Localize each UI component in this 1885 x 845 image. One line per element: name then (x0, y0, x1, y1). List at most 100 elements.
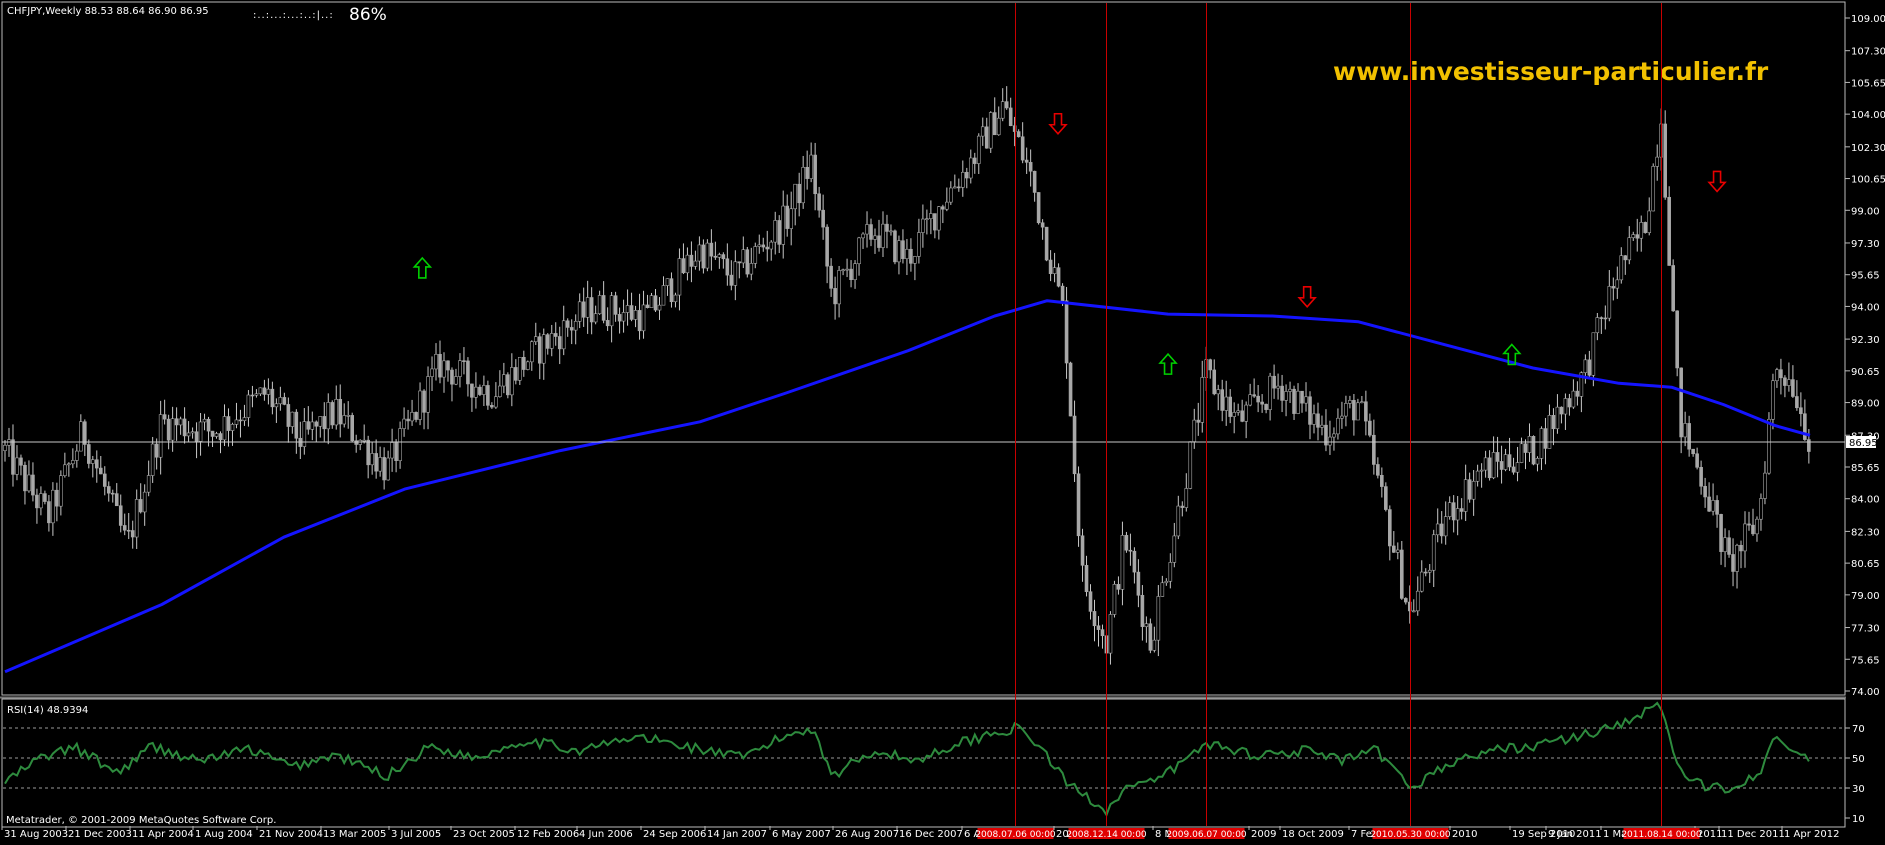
candle (1591, 332, 1596, 376)
y-tick-label: 107.30 (1851, 47, 1885, 58)
site-watermark: www.investisseur-particulier.fr (1333, 57, 1769, 86)
trading-chart[interactable]: 109.00 107.30 105.65 104.00 102.30 100.65 99.0… (0, 0, 1885, 845)
candle (609, 295, 614, 327)
candle (741, 249, 746, 264)
candle (729, 274, 734, 286)
candle (262, 387, 267, 395)
candle (478, 386, 482, 395)
candle (11, 439, 15, 475)
candle (142, 491, 147, 513)
rsi-label: RSI(14) 48.9394 (7, 705, 88, 716)
candle (661, 285, 666, 306)
candle (1184, 488, 1189, 508)
candle (486, 385, 490, 406)
rsi-y-tick-label: 30 (1852, 784, 1865, 795)
candle (561, 320, 566, 350)
candle (597, 295, 602, 315)
candle (941, 206, 945, 210)
candle (937, 206, 941, 231)
candle (462, 360, 466, 362)
candle (1487, 457, 1492, 479)
candle (645, 304, 650, 308)
candle (777, 220, 782, 245)
candle (633, 310, 638, 320)
candle (518, 357, 522, 381)
candle (1703, 485, 1707, 498)
candle (1032, 170, 1037, 193)
candle (1376, 464, 1380, 476)
candle (809, 154, 813, 179)
candle (533, 336, 538, 343)
y-tick-label: 75.65 (1851, 655, 1880, 666)
candle (1587, 359, 1592, 376)
candle (1160, 582, 1165, 597)
candle (773, 220, 778, 243)
candle (426, 376, 430, 413)
candle (1647, 210, 1652, 233)
candle (1431, 534, 1436, 571)
candle (1523, 443, 1528, 453)
candle (1020, 136, 1025, 161)
candle (310, 421, 315, 430)
candle (713, 255, 718, 258)
candle (1547, 415, 1552, 449)
candle (39, 493, 43, 509)
candle (813, 154, 817, 195)
candle (1655, 156, 1660, 167)
y-tick-label: 89.00 (1851, 399, 1880, 410)
candle (1743, 523, 1747, 552)
candle (964, 171, 969, 179)
candle (1679, 367, 1683, 438)
candle (1380, 475, 1384, 487)
candle (785, 205, 790, 229)
candle (1180, 505, 1185, 508)
candle (59, 475, 63, 507)
candle (166, 418, 171, 441)
candle (1619, 255, 1624, 281)
candle (15, 457, 19, 475)
candle (897, 240, 901, 263)
candle (697, 244, 702, 262)
candle (1435, 523, 1440, 536)
marker-date-label: 2009.06.07 00:00 (1166, 830, 1247, 840)
x-tick-label: 11 Apr 2004 (132, 829, 194, 840)
candle (434, 354, 438, 370)
candle (526, 361, 530, 370)
candle (1256, 395, 1260, 403)
candle (346, 415, 351, 417)
candle (1783, 377, 1787, 386)
candle (1072, 415, 1077, 475)
y-tick-label: 79.00 (1851, 591, 1880, 602)
candle (1451, 502, 1456, 521)
candle (98, 467, 103, 475)
candle (1627, 237, 1632, 261)
candle (474, 386, 478, 398)
candle (242, 417, 247, 421)
candle (338, 399, 343, 425)
copyright-text: Metatrader, © 2001-2009 MetaQuotes Softw… (6, 815, 276, 826)
candle (222, 416, 227, 441)
candle (1747, 523, 1751, 526)
candle (1663, 123, 1667, 198)
candle (1008, 107, 1013, 127)
candle (677, 258, 682, 296)
candle (1260, 401, 1264, 405)
candle (206, 418, 211, 432)
candle (1024, 159, 1029, 163)
candle (545, 334, 550, 349)
candle (996, 117, 1001, 136)
candle (414, 412, 418, 420)
candle (318, 416, 323, 427)
y-tick-label: 80.65 (1851, 559, 1880, 570)
candle (458, 360, 462, 377)
candle (1372, 434, 1376, 465)
candle (953, 186, 957, 189)
candle (174, 418, 179, 426)
x-tick-label: 2009 (1251, 829, 1276, 840)
candle (1539, 428, 1544, 459)
candle (949, 187, 953, 203)
candle (266, 388, 271, 395)
candle (1807, 439, 1811, 452)
candle (905, 248, 909, 259)
candle (110, 492, 115, 495)
